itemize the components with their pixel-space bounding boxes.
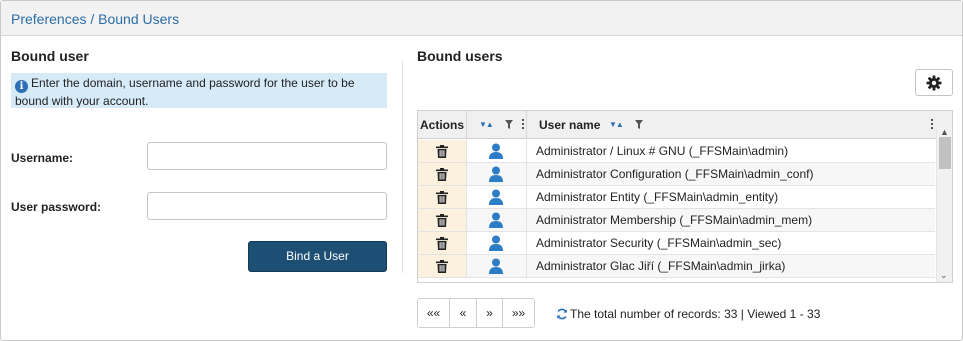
- grid-settings-button[interactable]: [915, 69, 953, 96]
- last-page-button[interactable]: »»: [503, 299, 534, 327]
- sort-arrows-icon[interactable]: ▼▲: [479, 111, 494, 139]
- column-menu-icon[interactable]: [522, 119, 524, 131]
- grid-body: Administrator / Linux # GNU (_FFSMain\ad…: [418, 140, 935, 282]
- user-icon: [489, 212, 503, 228]
- next-page-button[interactable]: »: [477, 299, 503, 327]
- bound-users-heading: Bound users: [417, 48, 503, 64]
- table-row[interactable]: Administrator Configuration (_FFSMain\ad…: [418, 163, 935, 186]
- table-row[interactable]: Administrator Security (_FFSMain\admin_s…: [418, 232, 935, 255]
- user-icon: [489, 166, 503, 182]
- bind-user-button[interactable]: Bind a User: [248, 241, 387, 272]
- user-icon: [489, 143, 503, 159]
- delete-cell: [418, 232, 467, 254]
- grid-header: Actions ▼▲ User name ▼▲: [418, 111, 952, 139]
- password-input[interactable]: [147, 192, 387, 220]
- column-header-actions: Actions: [418, 111, 467, 139]
- refresh-icon[interactable]: [556, 308, 568, 320]
- user-type-cell: [467, 209, 527, 231]
- scroll-down-icon[interactable]: ⌄: [940, 271, 948, 280]
- user-name-cell: Administrator Entity (_FFSMain\admin_ent…: [536, 190, 779, 204]
- first-page-button[interactable]: ««: [418, 299, 450, 327]
- prev-page-button[interactable]: «: [450, 299, 477, 327]
- user-type-cell: [467, 163, 527, 185]
- info-box: i Enter the domain, username and password…: [11, 73, 387, 108]
- trash-icon[interactable]: [436, 214, 448, 227]
- bound-user-heading: Bound user: [11, 48, 89, 64]
- info-text: Enter the domain, username and password …: [15, 76, 355, 108]
- trash-icon[interactable]: [436, 237, 448, 250]
- trash-icon[interactable]: [436, 260, 448, 273]
- trash-icon[interactable]: [436, 145, 448, 158]
- password-label: User password:: [11, 200, 102, 214]
- grid-scrollbar[interactable]: ▲ ⌄: [936, 128, 952, 282]
- delete-cell: [418, 140, 467, 162]
- gear-icon: [926, 75, 942, 91]
- user-type-cell: [467, 232, 527, 254]
- user-name-cell: Administrator Membership (_FFSMain\admin…: [536, 213, 813, 227]
- table-row[interactable]: Administrator Entity (_FFSMain\admin_ent…: [418, 186, 935, 209]
- user-name-cell: Administrator Security (_FFSMain\admin_s…: [536, 236, 782, 250]
- delete-cell: [418, 186, 467, 208]
- records-summary: The total number of records: 33 | Viewed…: [556, 307, 820, 321]
- user-name-cell: Administrator Glac Jiří (_FFSMain\admin_…: [536, 259, 786, 273]
- table-row[interactable]: Administrator Glac Jiří (_FFSMain\admin_…: [418, 255, 935, 278]
- delete-cell: [418, 209, 467, 231]
- column-header-username[interactable]: User name ▼▲: [527, 111, 936, 139]
- user-type-cell: [467, 140, 527, 162]
- info-icon: i: [15, 80, 28, 93]
- scroll-up-icon[interactable]: ▲: [940, 128, 949, 137]
- records-text: The total number of records: 33 | Viewed…: [570, 307, 821, 321]
- table-row[interactable]: Administrator / Linux # GNU (_FFSMain\ad…: [418, 140, 935, 163]
- column-divider: [402, 61, 403, 273]
- username-input[interactable]: [147, 142, 387, 170]
- filter-icon[interactable]: [503, 111, 513, 139]
- delete-cell: [418, 163, 467, 185]
- page-title: Preferences / Bound Users: [11, 11, 180, 27]
- username-header-label: User name: [539, 118, 601, 132]
- user-icon: [489, 258, 503, 274]
- trash-icon[interactable]: [436, 191, 448, 204]
- table-row[interactable]: Administrator Membership (_FFSMain\admin…: [418, 209, 935, 232]
- panel-header: Preferences / Bound Users: [1, 1, 962, 36]
- scroll-thumb[interactable]: [939, 137, 951, 169]
- sort-arrows-icon[interactable]: ▼▲: [609, 111, 624, 139]
- trash-icon[interactable]: [436, 168, 448, 181]
- filter-icon[interactable]: [633, 111, 643, 139]
- user-type-cell: [467, 186, 527, 208]
- delete-cell: [418, 255, 467, 277]
- preferences-panel: Preferences / Bound Users Bound user i En…: [0, 0, 963, 341]
- user-name-cell: Administrator Configuration (_FFSMain\ad…: [536, 167, 814, 181]
- username-label: Username:: [11, 151, 74, 165]
- user-icon: [489, 235, 503, 251]
- bound-users-grid: Actions ▼▲ User name ▼▲ Administrator / …: [417, 110, 953, 283]
- user-type-cell: [467, 255, 527, 277]
- user-icon: [489, 189, 503, 205]
- user-name-cell: Administrator / Linux # GNU (_FFSMain\ad…: [536, 144, 789, 158]
- pagination: «« « » »»: [417, 298, 535, 328]
- column-menu-icon[interactable]: [931, 119, 933, 131]
- column-header-icon[interactable]: ▼▲: [467, 111, 527, 139]
